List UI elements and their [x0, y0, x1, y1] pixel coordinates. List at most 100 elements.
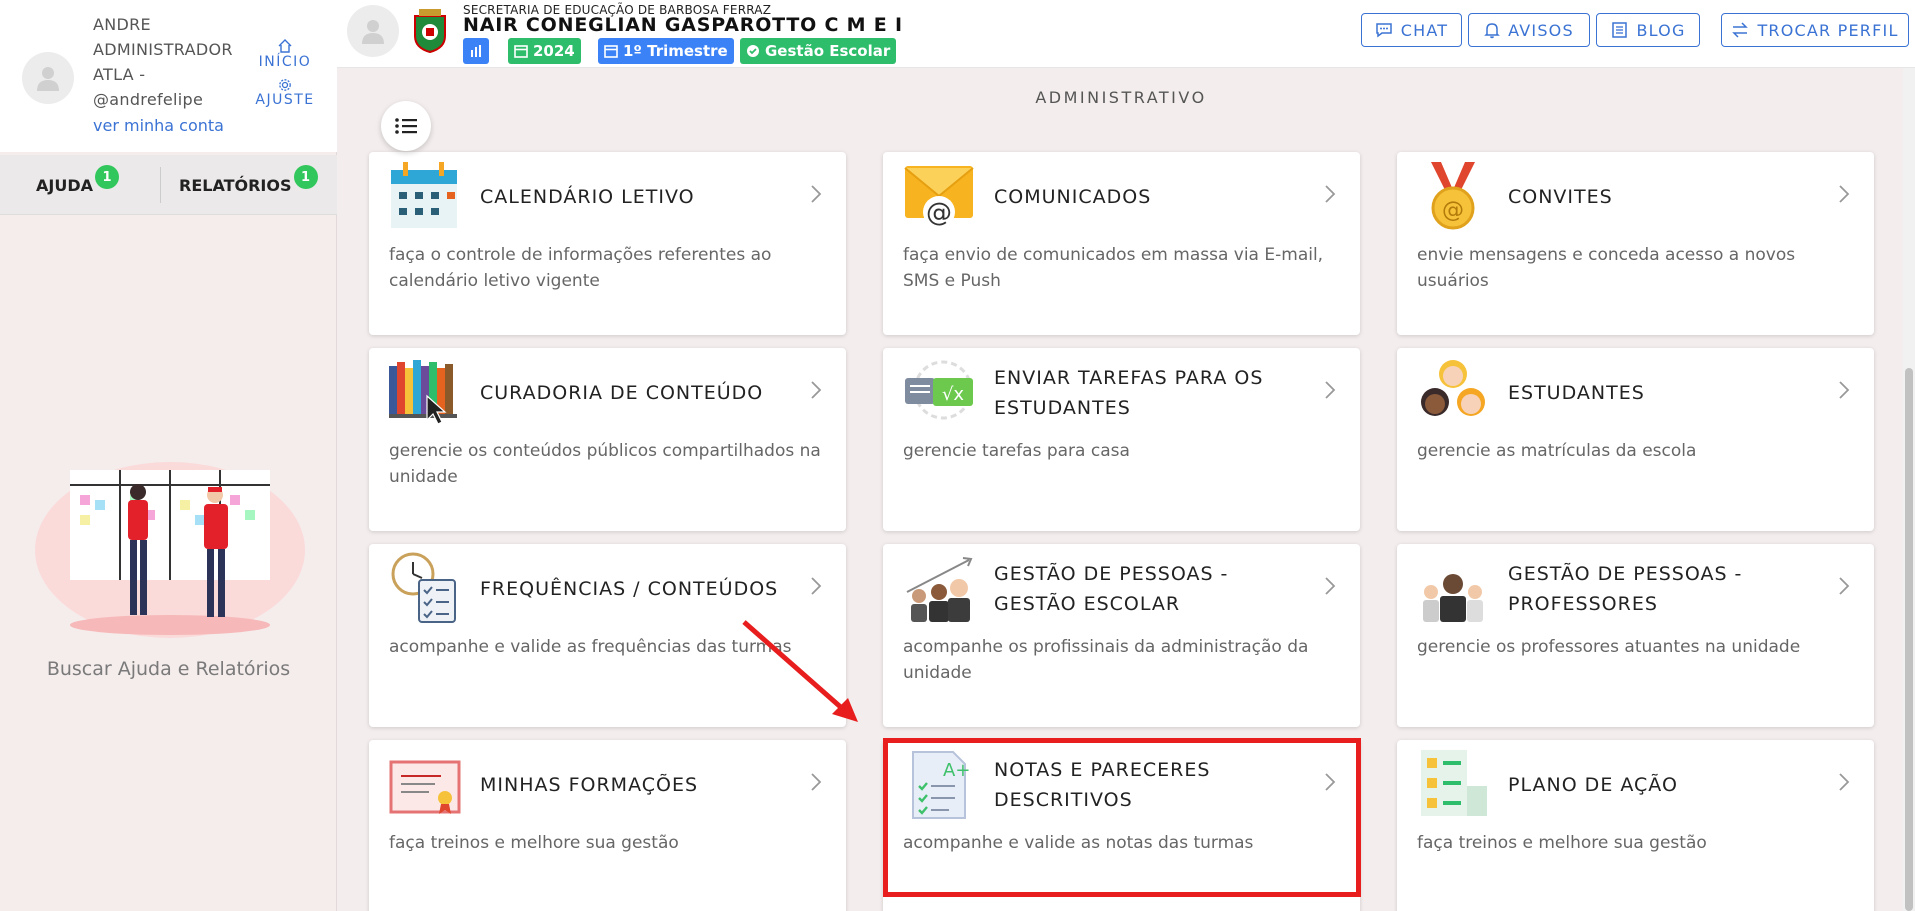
user-avatar[interactable]: [22, 52, 74, 104]
tab-ajuda-label: AJUDA: [36, 175, 93, 195]
card-title: COMUNICADOS: [994, 186, 1152, 208]
teachers-icon: [1423, 574, 1483, 622]
school-name: NAIR CONEGLIAN GASPAROTTO C M E I: [463, 14, 903, 36]
homework-icon: √x: [905, 360, 973, 420]
certificate-icon: [389, 760, 461, 814]
card-comunicados[interactable]: @ COMUNICADOS faça envio de comunicados …: [883, 152, 1360, 335]
card-estudantes[interactable]: ESTUDANTES gerencie as matrículas da esc…: [1397, 348, 1874, 531]
card-title: CALENDÁRIO LETIVO: [480, 186, 695, 208]
trocar-label: TROCAR PERFIL: [1757, 20, 1899, 40]
header-avatar[interactable]: [347, 5, 399, 57]
tab-ajuda[interactable]: AJUDA 1: [36, 155, 119, 215]
nav-inicio-label: INÍCIO: [258, 54, 312, 70]
user-handle: @andrefelipe: [93, 90, 204, 109]
mini-nav: INÍCIO AJUSTE: [250, 38, 320, 116]
medal-icon: @: [1431, 162, 1475, 230]
card-plano-acao[interactable]: PLANO DE AÇÃO faça treinos e melhore sua…: [1397, 740, 1874, 911]
section-title: ADMINISTRATIVO: [1035, 88, 1207, 107]
card-enviar-tarefas[interactable]: √x ENVIAR TAREFAS PARA OS ESTUDANTES ger…: [883, 348, 1360, 531]
chevron-right-icon: [1839, 577, 1850, 595]
year-chip[interactable]: 2024: [508, 38, 581, 64]
nav-ajuste-label: AJUSTE: [255, 92, 315, 108]
card-title: PLANO DE AÇÃO: [1508, 774, 1678, 796]
tab-relatorios-badge: 1: [293, 165, 318, 189]
bar-chart-icon: [471, 45, 481, 57]
card-description: gerencie tarefas para casa: [903, 441, 1130, 461]
help-text[interactable]: Buscar Ajuda e Relatórios: [0, 658, 337, 680]
user-icon: [37, 67, 59, 91]
chevron-right-icon: [1839, 185, 1850, 203]
chat-label: CHAT: [1400, 20, 1449, 40]
card-title: MINHAS FORMAÇÕES: [480, 774, 699, 796]
user-name: ANDRE ADMINISTRADOR ATLA - @andrefelipe: [93, 12, 232, 112]
chevron-right-icon: [811, 185, 822, 203]
card-description: acompanhe os profissinais da administraç…: [903, 637, 1309, 683]
card-calendario-letivo[interactable]: CALENDÁRIO LETIVO faça o controle de inf…: [369, 152, 846, 335]
blog-label: BLOG: [1636, 20, 1686, 40]
chevron-right-icon: [1325, 381, 1336, 399]
user-icon: [362, 20, 384, 44]
card-title: CONVITES: [1508, 186, 1613, 208]
card-description: gerencie as matrículas da escola: [1417, 441, 1697, 461]
chevron-right-icon: [1325, 185, 1336, 203]
bell-icon: [1484, 23, 1500, 39]
card-gestao-pessoas-professores[interactable]: GESTÃO DE PESSOAS - PROFESSORES gerencie…: [1397, 544, 1874, 727]
svg-text:@: @: [1442, 198, 1464, 223]
help-illustration: [35, 462, 305, 638]
card-description: gerencie os professores atuantes na unid…: [1417, 637, 1801, 657]
tab-relatorios-label: RELATÓRIOS: [179, 175, 292, 195]
gear-icon: [279, 79, 291, 91]
year-label: 2024: [533, 42, 575, 60]
account-link[interactable]: ver minha conta: [93, 116, 224, 135]
avisos-label: AVISOS: [1508, 20, 1574, 40]
envelope-icon: @: [904, 166, 974, 228]
chevron-right-icon: [1325, 577, 1336, 595]
tab-ajuda-badge: 1: [95, 165, 119, 189]
card-minhas-formacoes[interactable]: MINHAS FORMAÇÕES faça treinos e melhore …: [369, 740, 846, 911]
card-title: ENVIAR TAREFAS PARA OS ESTUDANTES: [994, 367, 1264, 419]
card-curadoria[interactable]: CURADORIA DE CONTEÚDO gerencie os conteú…: [369, 348, 846, 531]
svg-text:@: @: [926, 198, 952, 228]
card-description: faça envio de comunicados em massa via E…: [903, 245, 1324, 291]
chevron-right-icon: [811, 773, 822, 791]
period-chip[interactable]: 1º Trimestre: [598, 38, 734, 64]
home-icon: [278, 39, 292, 53]
calendar-small-icon: [604, 45, 618, 58]
city-crest-icon: [414, 9, 446, 54]
card-convites[interactable]: @ CONVITES envie mensagens e conceda ace…: [1397, 152, 1874, 335]
user-name-text: ANDRE ADMINISTRADOR ATLA -: [93, 15, 233, 84]
newspaper-icon: [1612, 22, 1628, 38]
page-scrollbar[interactable]: [1903, 68, 1915, 911]
chat-icon: [1376, 23, 1392, 38]
blog-button[interactable]: BLOG: [1596, 13, 1700, 47]
chevron-right-icon: [1839, 773, 1850, 791]
chevron-right-icon: [1839, 381, 1850, 399]
period-label: 1º Trimestre: [623, 42, 728, 60]
stats-button[interactable]: [463, 38, 489, 64]
card-description: envie mensagens e conceda acesso a novos…: [1417, 245, 1796, 291]
calendar-icon: [391, 162, 457, 228]
attendance-icon: [391, 552, 456, 623]
card-gestao-pessoas-gestao[interactable]: GESTÃO DE PESSOAS - GESTÃO ESCOLAR acomp…: [883, 544, 1360, 727]
gestao-label: Gestão Escolar: [765, 42, 891, 60]
chevron-right-icon: [811, 577, 822, 595]
people-growth-icon: [906, 557, 973, 622]
scrollbar-thumb[interactable]: [1905, 368, 1913, 911]
books-icon: [389, 360, 457, 425]
nav-inicio[interactable]: INÍCIO: [250, 38, 320, 70]
user-block: ANDRE ADMINISTRADOR ATLA - @andrefelipe …: [0, 0, 337, 152]
top-header: SECRETARIA DE EDUCAÇÃO DE BARBOSA FERRAZ…: [337, 0, 1915, 68]
menu-list-button[interactable]: [381, 101, 431, 151]
chat-button[interactable]: CHAT: [1361, 13, 1462, 47]
chevron-right-icon: [811, 381, 822, 399]
tab-relatorios[interactable]: RELATÓRIOS 1: [179, 155, 318, 215]
card-description: gerencie os conteúdos públicos compartil…: [389, 441, 821, 487]
card-title: FREQUÊNCIAS / CONTEÚDOS: [480, 578, 779, 600]
list-icon: [395, 118, 417, 134]
avisos-button[interactable]: AVISOS: [1468, 13, 1590, 47]
nav-ajuste[interactable]: AJUSTE: [250, 78, 320, 108]
gestao-chip[interactable]: Gestão Escolar: [740, 38, 897, 64]
sidebar-tabs: AJUDA 1 RELATÓRIOS 1: [0, 155, 337, 215]
checklist-icon: [1421, 750, 1487, 816]
trocar-perfil-button[interactable]: TROCAR PERFIL: [1721, 13, 1909, 47]
